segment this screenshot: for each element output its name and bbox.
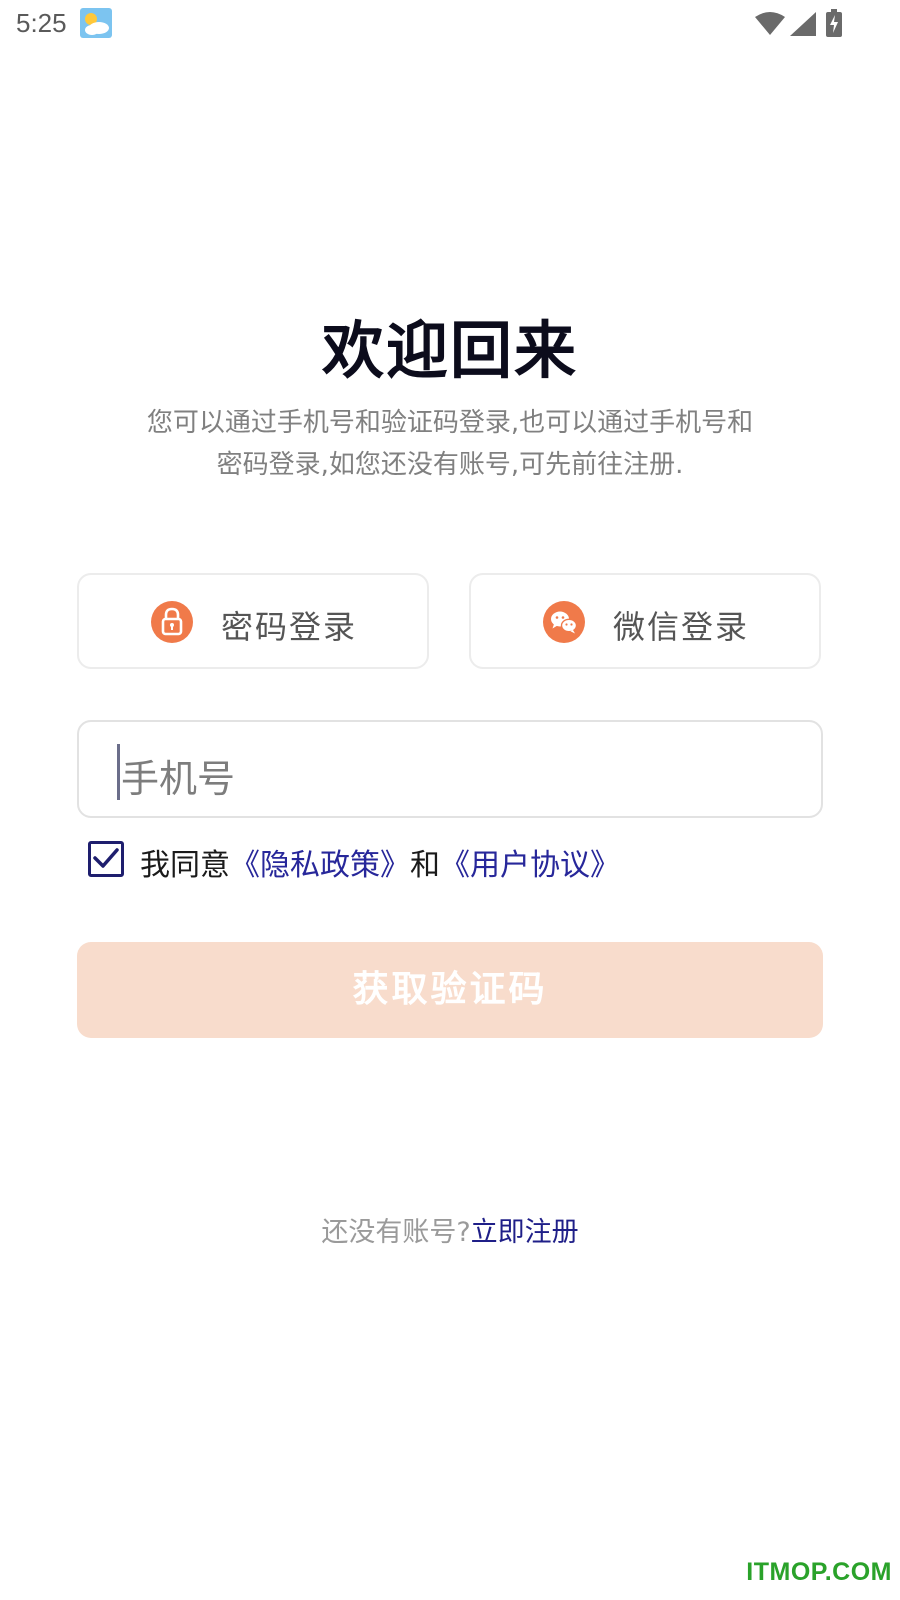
phone-placeholder: 手机号 bbox=[121, 757, 236, 801]
password-login-button[interactable]: 密码登录 bbox=[77, 573, 429, 669]
agreement-conjunction: 和 bbox=[410, 848, 440, 883]
phone-input[interactable]: 手机号 bbox=[77, 720, 823, 818]
agreement-prefix: 我同意 bbox=[140, 848, 230, 883]
wechat-login-button[interactable]: 微信登录 bbox=[469, 573, 821, 669]
partly-cloudy-icon bbox=[80, 8, 112, 38]
register-row: 还没有账号?立即注册 bbox=[0, 1210, 900, 1249]
privacy-policy-link[interactable]: 《隐私政策》 bbox=[230, 848, 410, 883]
watermark: ITMOP.COM bbox=[746, 1558, 892, 1586]
lock-icon bbox=[151, 601, 193, 643]
checkmark-icon bbox=[93, 848, 119, 868]
register-prompt: 还没有账号? bbox=[321, 1217, 471, 1248]
text-cursor bbox=[117, 744, 120, 800]
subtitle-line-2: 密码登录,如您还没有账号,可先前往注册. bbox=[216, 450, 684, 480]
status-bar: 5:25 bbox=[0, 0, 900, 50]
subtitle-line-1: 您可以通过手机号和验证码登录,也可以通过手机号和 bbox=[146, 408, 754, 438]
user-agreement-link[interactable]: 《用户协议》 bbox=[440, 848, 620, 883]
wechat-icon bbox=[543, 601, 585, 643]
register-link[interactable]: 立即注册 bbox=[471, 1217, 579, 1248]
agreement-checkbox[interactable] bbox=[88, 841, 124, 877]
status-time: 5:25 bbox=[16, 8, 67, 38]
page-subtitle: 您可以通过手机号和验证码登录,也可以通过手机号和 密码登录,如您还没有账号,可先… bbox=[100, 402, 800, 486]
agreement-text: 我同意《隐私政策》和《用户协议》 bbox=[140, 840, 620, 884]
battery-charging-icon bbox=[826, 9, 842, 41]
cell-signal-icon bbox=[790, 12, 816, 40]
get-verification-code-button[interactable]: 获取验证码 bbox=[77, 942, 823, 1038]
wechat-login-label: 微信登录 bbox=[613, 608, 750, 646]
password-login-label: 密码登录 bbox=[221, 608, 358, 646]
page-title: 欢迎回来 bbox=[321, 314, 578, 387]
wifi-icon bbox=[755, 12, 785, 40]
